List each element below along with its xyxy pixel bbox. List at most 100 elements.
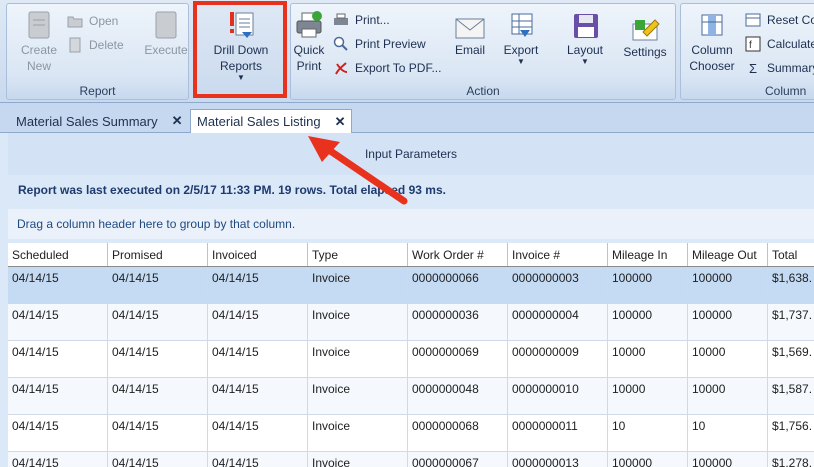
settings-button[interactable]: Settings [617,16,673,60]
table-cell[interactable]: $1,587. [768,378,814,414]
summary-button[interactable]: Σ Summary [745,59,814,77]
table-cell[interactable]: 04/14/15 [8,378,108,414]
table-cell[interactable]: 0000000069 [408,341,508,377]
chevron-down-icon: ▼ [517,57,525,66]
create-new-button[interactable]: Create New [13,10,65,74]
table-cell[interactable]: 100000 [688,267,768,303]
table-row[interactable]: 04/14/15 04/14/15 04/14/15 Invoice 000000006… [8,341,814,378]
grid-body: 04/14/15 04/14/15 04/14/15 Invoice 000000006… [8,267,814,467]
table-row[interactable]: 04/14/15 04/14/15 04/14/15 Invoice 000000003… [8,304,814,341]
table-cell[interactable]: 04/14/15 [108,378,208,414]
table-cell[interactable]: $1,569. [768,341,814,377]
column-header-scheduled[interactable]: Scheduled [8,243,108,266]
tab-material-sales-summary[interactable]: Material Sales Summary ✕ [10,109,189,133]
table-cell[interactable]: 0000000009 [508,341,608,377]
print-preview-button[interactable]: Print Preview [333,35,426,53]
column-group: Column Chooser Reset Co f Calculate Σ Su… [680,3,814,100]
table-cell[interactable]: 0000000011 [508,415,608,451]
export-pdf-button[interactable]: Export To PDF... [333,59,441,77]
column-header-mileage-out[interactable]: Mileage Out [688,243,768,266]
table-cell[interactable]: $1,756. [768,415,814,451]
table-cell[interactable]: 100000 [688,452,768,467]
printer-icon [296,11,322,38]
table-cell[interactable]: 100000 [608,304,688,340]
table-cell[interactable]: 10000 [608,341,688,377]
group-by-panel[interactable]: Drag a column header here to group by th… [8,209,814,239]
table-row[interactable]: 04/14/15 04/14/15 04/14/15 Invoice 000000006… [8,415,814,452]
print-icon [334,13,348,25]
table-cell[interactable]: 04/14/15 [8,415,108,451]
table-cell[interactable]: 10 [688,415,768,451]
column-header-invoice[interactable]: Invoice # [508,243,608,266]
table-cell[interactable]: 10000 [608,378,688,414]
table-cell[interactable]: Invoice [308,341,408,377]
column-header-work-order[interactable]: Work Order # [408,243,508,266]
export-button[interactable]: Export ▼ [499,12,543,66]
table-cell[interactable]: 100000 [608,452,688,467]
input-parameters-panel[interactable]: Input Parameters [8,133,814,175]
column-header-type[interactable]: Type [308,243,408,266]
table-cell[interactable]: 04/14/15 [108,304,208,340]
table-cell[interactable]: 0000000066 [408,267,508,303]
email-button[interactable]: Email [449,16,491,58]
table-cell[interactable]: 04/14/15 [208,415,308,451]
table-cell[interactable]: 10000 [688,341,768,377]
close-icon[interactable]: ✕ [335,114,346,130]
table-cell[interactable]: 10000 [688,378,768,414]
table-cell[interactable]: Invoice [308,452,408,467]
quick-print-button[interactable]: Quick Print [291,10,327,74]
table-cell[interactable]: 0000000068 [408,415,508,451]
table-cell[interactable]: 100000 [608,267,688,303]
export-pdf-label: Export To PDF... [355,61,442,75]
open-button[interactable]: Open [67,12,118,30]
table-cell[interactable]: 04/14/15 [208,378,308,414]
table-cell[interactable]: 04/14/15 [208,267,308,303]
table-cell[interactable]: 0000000048 [408,378,508,414]
table-cell[interactable]: Invoice [308,378,408,414]
table-cell[interactable]: $1,737. [768,304,814,340]
drill-down-highlight [193,1,287,98]
table-cell[interactable]: 04/14/15 [108,452,208,467]
delete-button[interactable]: Delete [67,36,124,54]
table-row[interactable]: 04/14/15 04/14/15 04/14/15 Invoice 000000004… [8,378,814,415]
table-cell[interactable]: 04/14/15 [8,341,108,377]
table-cell[interactable]: 04/14/15 [108,267,208,303]
table-cell[interactable]: 0000000013 [508,452,608,467]
table-cell[interactable]: $1,278. [768,452,814,467]
table-cell[interactable]: Invoice [308,304,408,340]
column-header-invoiced[interactable]: Invoiced [208,243,308,266]
layout-button[interactable]: Layout ▼ [563,12,607,66]
table-cell[interactable]: 0000000036 [408,304,508,340]
table-cell[interactable]: 04/14/15 [208,452,308,467]
table-cell[interactable]: 04/14/15 [108,341,208,377]
tab-material-sales-listing[interactable]: Material Sales Listing ✕ [190,109,353,133]
table-cell[interactable]: Invoice [308,267,408,303]
table-cell[interactable]: 0000000004 [508,304,608,340]
table-cell[interactable]: 10 [608,415,688,451]
table-row[interactable]: 04/14/15 04/14/15 04/14/15 Invoice 000000006… [8,452,814,467]
table-cell[interactable]: 0000000010 [508,378,608,414]
print-button[interactable]: Print... [333,11,390,29]
table-cell[interactable]: 04/14/15 [8,304,108,340]
table-cell[interactable]: 0000000003 [508,267,608,303]
table-cell[interactable]: 04/14/15 [8,267,108,303]
calculate-button[interactable]: f Calculate [745,35,814,53]
table-cell[interactable]: 04/14/15 [108,415,208,451]
chevron-down-icon: ▼ [581,57,589,66]
table-cell[interactable]: 100000 [688,304,768,340]
table-cell[interactable]: Invoice [308,415,408,451]
table-cell[interactable]: 04/14/15 [208,304,308,340]
column-header-promised[interactable]: Promised [108,243,208,266]
table-cell[interactable]: 04/14/15 [208,341,308,377]
execute-button[interactable]: Execute [143,10,189,58]
quick-print-label: Quick Print [293,43,325,73]
table-cell[interactable]: 0000000067 [408,452,508,467]
column-header-mileage-in[interactable]: Mileage In [608,243,688,266]
reset-columns-button[interactable]: Reset Co [745,11,814,29]
table-cell[interactable]: $1,638. [768,267,814,303]
column-header-total[interactable]: Total [768,243,814,266]
close-icon[interactable]: ✕ [172,113,183,129]
column-chooser-button[interactable]: Column Chooser [687,12,737,74]
table-cell[interactable]: 04/14/15 [8,452,108,467]
table-row[interactable]: 04/14/15 04/14/15 04/14/15 Invoice 000000006… [8,267,814,304]
